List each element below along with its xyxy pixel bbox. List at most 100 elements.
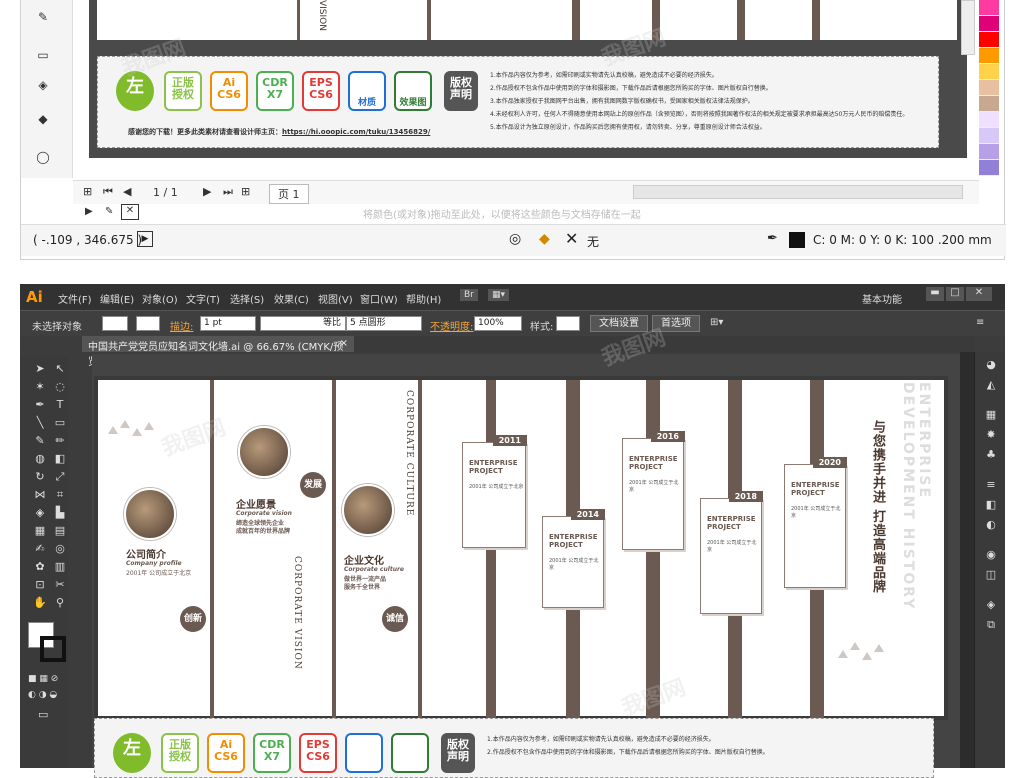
- rectangle-tool-icon[interactable]: ▭: [35, 48, 51, 62]
- palette-swatch[interactable]: [979, 64, 999, 80]
- preferences-button[interactable]: 首选项: [652, 315, 700, 332]
- add-page-icon[interactable]: ⊞: [83, 185, 92, 198]
- artboards-icon[interactable]: ⧉: [983, 618, 999, 632]
- control-menu-icon[interactable]: ≡: [976, 317, 984, 328]
- workspace-switcher[interactable]: 基本功能: [862, 291, 902, 306]
- eyedropper-tool-icon[interactable]: ✍: [32, 542, 48, 556]
- document-setup-button[interactable]: 文档设置: [590, 315, 648, 332]
- appearance-icon[interactable]: ◉: [983, 548, 999, 562]
- document-tab[interactable]: 中国共产党党员应知名词文化墙.ai @ 66.67% (CMYK/预览) ×: [82, 336, 354, 368]
- palette-swatch[interactable]: [979, 128, 999, 144]
- next-page-icon[interactable]: ▶: [203, 185, 211, 198]
- palette-swatch[interactable]: [979, 96, 999, 112]
- pen-nib-icon[interactable]: ✒: [767, 231, 778, 246]
- gradient-panel-icon[interactable]: ◧: [983, 498, 999, 512]
- scale-tool-icon[interactable]: ⤢: [52, 470, 68, 484]
- palette-swatch[interactable]: [979, 0, 999, 16]
- eraser-icon[interactable]: ◧: [52, 452, 68, 466]
- swatches-icon[interactable]: ▦: [983, 408, 999, 422]
- selection-tool-icon[interactable]: ➤: [32, 362, 48, 376]
- slice-tool-icon[interactable]: ✂: [52, 578, 68, 592]
- graphic-styles-icon[interactable]: ◫: [983, 568, 999, 582]
- add-page-after-icon[interactable]: ⊞: [241, 185, 250, 198]
- no-color-swatch[interactable]: ✕: [121, 204, 139, 220]
- variable-width-select[interactable]: 等比: [260, 316, 346, 331]
- prev-page-icon[interactable]: ◀: [123, 185, 131, 198]
- magic-wand-icon[interactable]: ✶: [32, 380, 48, 394]
- pen-tool-icon[interactable]: ✒: [32, 398, 48, 412]
- bridge-icon[interactable]: Br: [460, 289, 478, 301]
- mesh-tool-icon[interactable]: ▦: [32, 524, 48, 538]
- last-page-icon[interactable]: ⏭: [223, 185, 233, 199]
- free-transform-icon[interactable]: ⌗: [52, 488, 68, 502]
- menu-view[interactable]: 视图(V): [318, 291, 353, 306]
- perspective-grid-icon[interactable]: ▙: [52, 506, 68, 520]
- arrange-docs-icon[interactable]: ▦▾: [488, 289, 510, 301]
- brush-select[interactable]: 5 点圆形: [346, 316, 422, 331]
- brush-tool-icon[interactable]: ✎: [32, 434, 48, 448]
- close-button[interactable]: ✕: [966, 287, 992, 301]
- horizontal-scrollbar[interactable]: [633, 185, 963, 199]
- blend-tool-icon[interactable]: ◎: [52, 542, 68, 556]
- vertical-scrollbar[interactable]: [961, 0, 975, 55]
- palette-swatch[interactable]: [979, 112, 999, 128]
- designer-link[interactable]: https://hi.ooopic.com/tuku/13456829/: [282, 128, 430, 136]
- isolate-icon[interactable]: ⊞▾: [710, 317, 723, 328]
- stroke-weight-input[interactable]: 1 pt: [200, 316, 256, 331]
- opacity-label[interactable]: 不透明度:: [430, 318, 473, 333]
- close-tab-icon[interactable]: ×: [340, 338, 348, 349]
- stroke-label[interactable]: 描边:: [170, 318, 193, 333]
- shape-builder-icon[interactable]: ◈: [32, 506, 48, 520]
- draw-mode-icons[interactable]: ◐ ◑ ◒: [28, 690, 64, 700]
- transparency-panel-icon[interactable]: ◐: [983, 518, 999, 532]
- menu-file[interactable]: 文件(F): [58, 291, 92, 306]
- graph-tool-icon[interactable]: ▥: [52, 560, 68, 574]
- direct-selection-icon[interactable]: ↖: [52, 362, 68, 376]
- color-eyedropper-icon[interactable]: ✎: [35, 10, 51, 24]
- fill-bucket-icon[interactable]: ◆: [539, 231, 550, 247]
- transparency-tool-icon[interactable]: ◯: [35, 150, 51, 164]
- menu-type[interactable]: 文字(T): [186, 291, 220, 306]
- width-tool-icon[interactable]: ⋈: [32, 488, 48, 502]
- play-icon[interactable]: ▶: [137, 231, 153, 247]
- maximize-button[interactable]: □: [946, 287, 964, 301]
- palette-swatch[interactable]: [979, 16, 999, 32]
- fill-tool-icon[interactable]: ◈: [35, 78, 51, 92]
- eyedropper-icon[interactable]: ✎: [105, 206, 113, 217]
- symbol-sprayer-icon[interactable]: ✿: [32, 560, 48, 574]
- line-tool-icon[interactable]: ╲: [32, 416, 48, 430]
- palette-swatch[interactable]: [979, 80, 999, 96]
- graphic-style-picker[interactable]: [556, 316, 580, 331]
- symbols-icon[interactable]: ♣: [983, 448, 999, 462]
- menu-window[interactable]: 窗口(W): [360, 291, 398, 306]
- canvas-vertical-scrollbar[interactable]: [960, 352, 974, 768]
- stroke-color-picker[interactable]: [136, 316, 160, 331]
- minimize-button[interactable]: ▬: [926, 287, 944, 301]
- color-guide-icon[interactable]: ◭: [983, 378, 999, 392]
- brushes-icon[interactable]: ✸: [983, 428, 999, 442]
- stroke-swatch[interactable]: [40, 636, 66, 662]
- menu-object[interactable]: 对象(O): [142, 291, 178, 306]
- fill-color-picker[interactable]: [102, 316, 128, 331]
- artboard-tool-icon[interactable]: ⊡: [32, 578, 48, 592]
- rotate-tool-icon[interactable]: ↻: [32, 470, 48, 484]
- layers-icon[interactable]: ◈: [983, 598, 999, 612]
- palette-swatch[interactable]: [979, 144, 999, 160]
- stroke-panel-icon[interactable]: ≡: [983, 478, 999, 492]
- rectangle-tool-icon[interactable]: ▭: [52, 416, 68, 430]
- gradient-tool-icon[interactable]: ▤: [52, 524, 68, 538]
- first-page-icon[interactable]: ⏮: [103, 185, 113, 199]
- menu-select[interactable]: 选择(S): [230, 291, 264, 306]
- blob-brush-icon[interactable]: ◍: [32, 452, 48, 466]
- palette-swatch[interactable]: [979, 32, 999, 48]
- zoom-tool-icon[interactable]: ⚲: [52, 596, 68, 610]
- lasso-icon[interactable]: ◌: [52, 380, 68, 394]
- hand-tool-icon[interactable]: ✋: [32, 596, 48, 610]
- pencil-tool-icon[interactable]: ✏: [52, 434, 68, 448]
- target-icon[interactable]: ◎: [509, 231, 521, 247]
- palette-swatch[interactable]: [979, 160, 999, 176]
- stroke-color-swatch[interactable]: [789, 232, 805, 248]
- menu-effect[interactable]: 效果(C): [274, 291, 309, 306]
- screen-mode-icon[interactable]: ▭: [38, 708, 48, 721]
- interactive-fill-icon[interactable]: ◆: [35, 112, 51, 126]
